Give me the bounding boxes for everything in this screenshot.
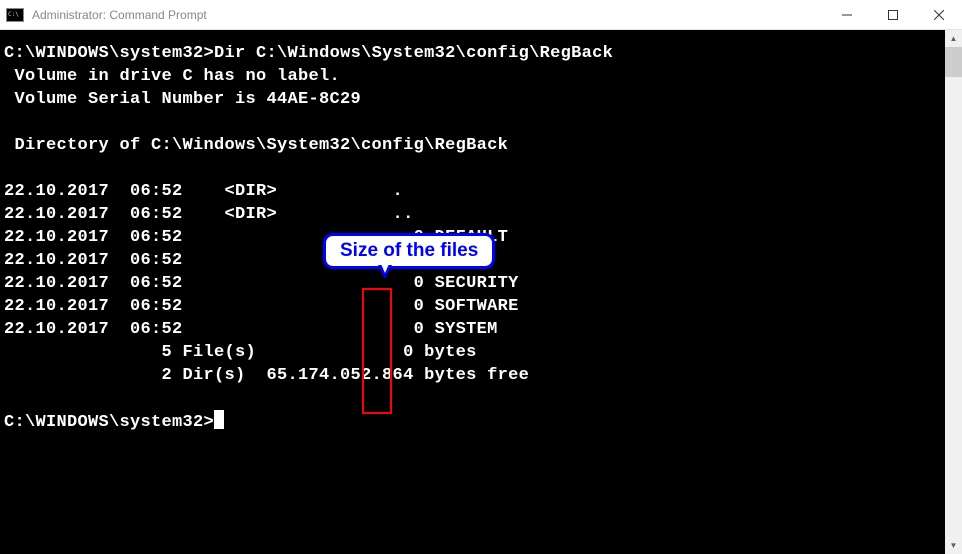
- scroll-down-button[interactable]: ▼: [945, 537, 962, 554]
- close-button[interactable]: [916, 0, 962, 30]
- callout-text: Size of the files: [340, 240, 478, 261]
- titlebar[interactable]: Administrator: Command Prompt: [0, 0, 962, 30]
- prompt: C:\WINDOWS\system32>: [4, 44, 214, 63]
- terminal-output[interactable]: C:\WINDOWS\system32>Dir C:\Windows\Syste…: [0, 30, 945, 554]
- typed-command: Dir C:\Windows\System32\config\RegBack: [214, 44, 613, 63]
- directory-of-line: Directory of C:\Windows\System32\config\…: [4, 136, 508, 155]
- annotation-callout: Size of the files: [323, 233, 495, 269]
- window-title: Administrator: Command Prompt: [32, 8, 824, 22]
- vertical-scrollbar[interactable]: ▲ ▼: [945, 30, 962, 554]
- prompt: C:\WINDOWS\system32>: [4, 413, 214, 432]
- maximize-button[interactable]: [870, 0, 916, 30]
- minimize-button[interactable]: [824, 0, 870, 30]
- volume-serial-line: Volume Serial Number is 44AE-8C29: [4, 90, 361, 109]
- volume-label-line: Volume in drive C has no label.: [4, 67, 340, 86]
- scroll-up-button[interactable]: ▲: [945, 30, 962, 47]
- scroll-track[interactable]: [945, 47, 962, 537]
- cursor: [214, 410, 224, 429]
- scroll-thumb[interactable]: [945, 47, 962, 77]
- summary-dirs-line: 2 Dir(s) 65.174.052.864 bytes free: [4, 366, 529, 385]
- cmd-icon: [6, 8, 24, 22]
- summary-files-line: 5 File(s) 0 bytes: [4, 343, 477, 362]
